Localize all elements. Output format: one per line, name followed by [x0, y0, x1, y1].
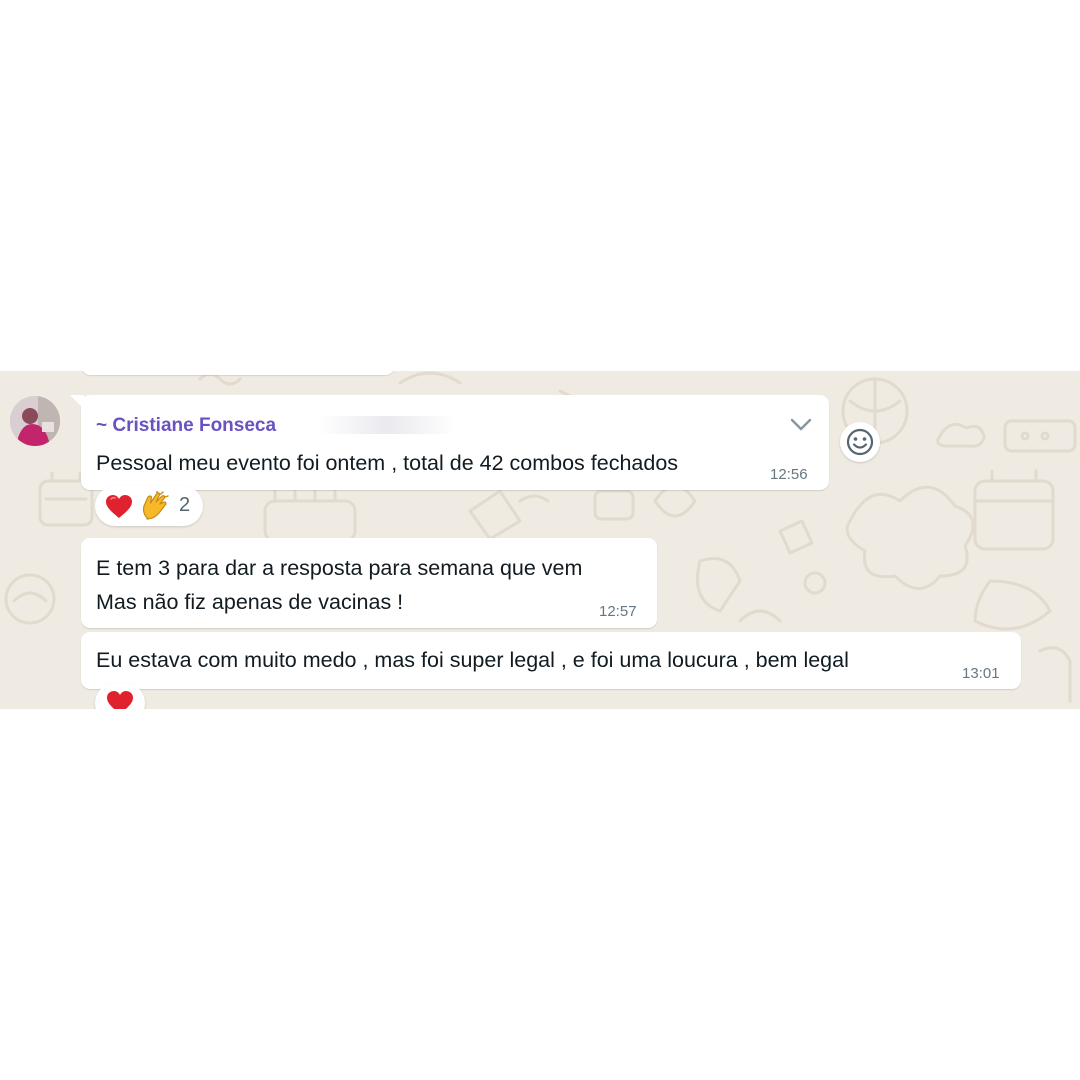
message-bubble[interactable]: ~ Cristiane Fonseca Pessoal meu evento f…	[81, 395, 829, 490]
smiley-icon	[846, 428, 874, 456]
reactions-pill[interactable]: 2	[95, 486, 203, 526]
clapping-hands-icon	[142, 491, 169, 520]
heart-icon	[107, 691, 133, 709]
sender-avatar[interactable]	[10, 396, 60, 446]
react-button[interactable]	[840, 422, 880, 462]
reactions-pill[interactable]	[95, 683, 145, 709]
message-text: Eu estava com muito medo , mas foi super…	[96, 648, 849, 672]
chevron-down-icon[interactable]	[787, 413, 815, 435]
message-time: 12:57	[599, 603, 637, 620]
heart-icon	[106, 495, 132, 518]
previous-message-edge	[82, 371, 394, 375]
message-bubble[interactable]: E tem 3 para dar a resposta para semana …	[81, 538, 657, 628]
message-text-line: Mas não fiz apenas de vacinas !	[96, 590, 404, 614]
message-text-line: E tem 3 para dar a resposta para semana …	[96, 556, 583, 580]
sender-name[interactable]: ~ Cristiane Fonseca	[96, 415, 276, 437]
reaction-count: 2	[179, 494, 191, 516]
redacted-phone	[317, 416, 457, 434]
message-text: Pessoal meu evento foi ontem , total de …	[96, 451, 679, 475]
message-bubble[interactable]: Eu estava com muito medo , mas foi super…	[81, 632, 1021, 689]
avatar-photo	[10, 396, 60, 446]
chat-panel: ~ Cristiane Fonseca Pessoal meu evento f…	[0, 371, 1080, 709]
message-time: 13:01	[962, 665, 1000, 682]
message-time: 12:56	[770, 466, 808, 483]
